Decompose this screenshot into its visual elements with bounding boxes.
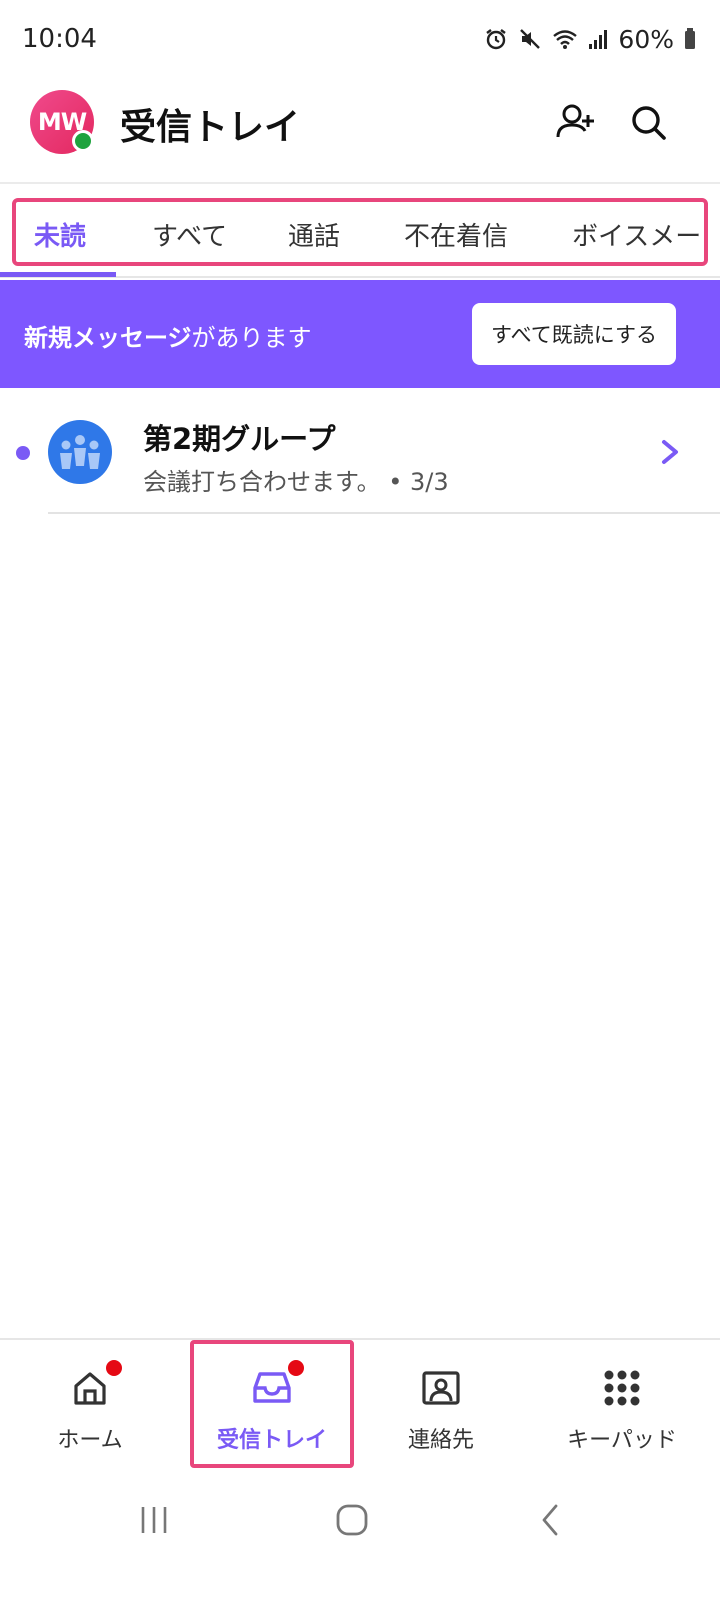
status-bar: 10:04 60% [0,0,720,80]
recent-apps-button[interactable] [124,1500,184,1540]
search-button[interactable] [626,100,670,144]
home-circle-icon [336,1504,368,1536]
filter-tabs: 未読 すべて 通話 不在着信 ボイスメー… [12,198,708,266]
tab-unread[interactable]: 未読 [34,216,86,253]
inbox-highlight-frame [190,1340,354,1468]
conversation-title: 第2期グループ [143,422,336,456]
nav-home-icon-wrap [70,1360,122,1408]
nav-contacts-label: 連絡先 [407,1428,474,1453]
status-icons: 60% [484,22,696,56]
active-tab-indicator [0,272,116,277]
recent-apps-icon [141,1507,167,1533]
home-icon [74,1372,106,1405]
nav-contacts-icon-wrap [421,1368,461,1408]
tab-voicemail[interactable]: ボイスメー… [572,216,704,253]
back-icon [542,1504,558,1536]
back-button[interactable] [520,1500,580,1540]
chevron-right-icon [662,440,678,464]
battery-text: 60% [618,24,674,54]
tab-all[interactable]: すべて [152,216,227,253]
group-icon [60,435,100,469]
banner-text: 新規メッセージがあります [24,318,312,353]
notification-badge [106,1360,122,1376]
nav-keypad-icon-wrap [602,1368,642,1408]
search-icon [632,106,666,140]
alarm-icon [486,29,507,50]
nav-home-label: ホーム [57,1428,123,1453]
conversation-preview: 会議打ち合わせます。 • 3/3 [143,468,449,496]
conversation-row[interactable]: 第2期グループ 会議打ち合わせます。 • 3/3 [0,390,720,514]
mark-all-read-button[interactable]: すべて既読にする [472,303,676,365]
keypad-icon [604,1370,640,1406]
system-nav-bar [0,1470,720,1600]
bottom-nav: ホーム 受信トレイ 連絡先 キーパッド [0,1338,720,1470]
presence-indicator [72,130,94,152]
new-message-banner: 新規メッセージがあります すべて既読にする [0,280,720,388]
add-contact-icon [556,104,594,138]
nav-keypad[interactable]: キーパッド [552,1340,692,1470]
unread-indicator [16,446,30,460]
home-system-button[interactable] [322,1500,382,1540]
nav-keypad-label: キーパッド [567,1428,677,1453]
nav-contacts[interactable]: 連絡先 [376,1340,506,1470]
battery-icon [685,28,695,49]
banner-text-rest: があります [191,324,312,352]
signal-icon [589,30,608,49]
nav-home[interactable]: ホーム [28,1340,152,1470]
add-contact-button[interactable] [554,100,598,144]
wifi-icon [553,30,578,49]
row-divider [48,512,720,514]
tab-missed-calls[interactable]: 不在着信 [404,216,508,253]
page-title: 受信トレイ [120,107,301,148]
group-avatar [48,420,112,484]
banner-text-bold: 新規メッセージ [24,324,192,352]
status-time: 10:04 [22,24,97,54]
contacts-icon [422,1371,460,1405]
mute-icon [520,29,541,49]
app-header: MW 受信トレイ [0,80,720,184]
tab-calls[interactable]: 通話 [288,216,340,253]
